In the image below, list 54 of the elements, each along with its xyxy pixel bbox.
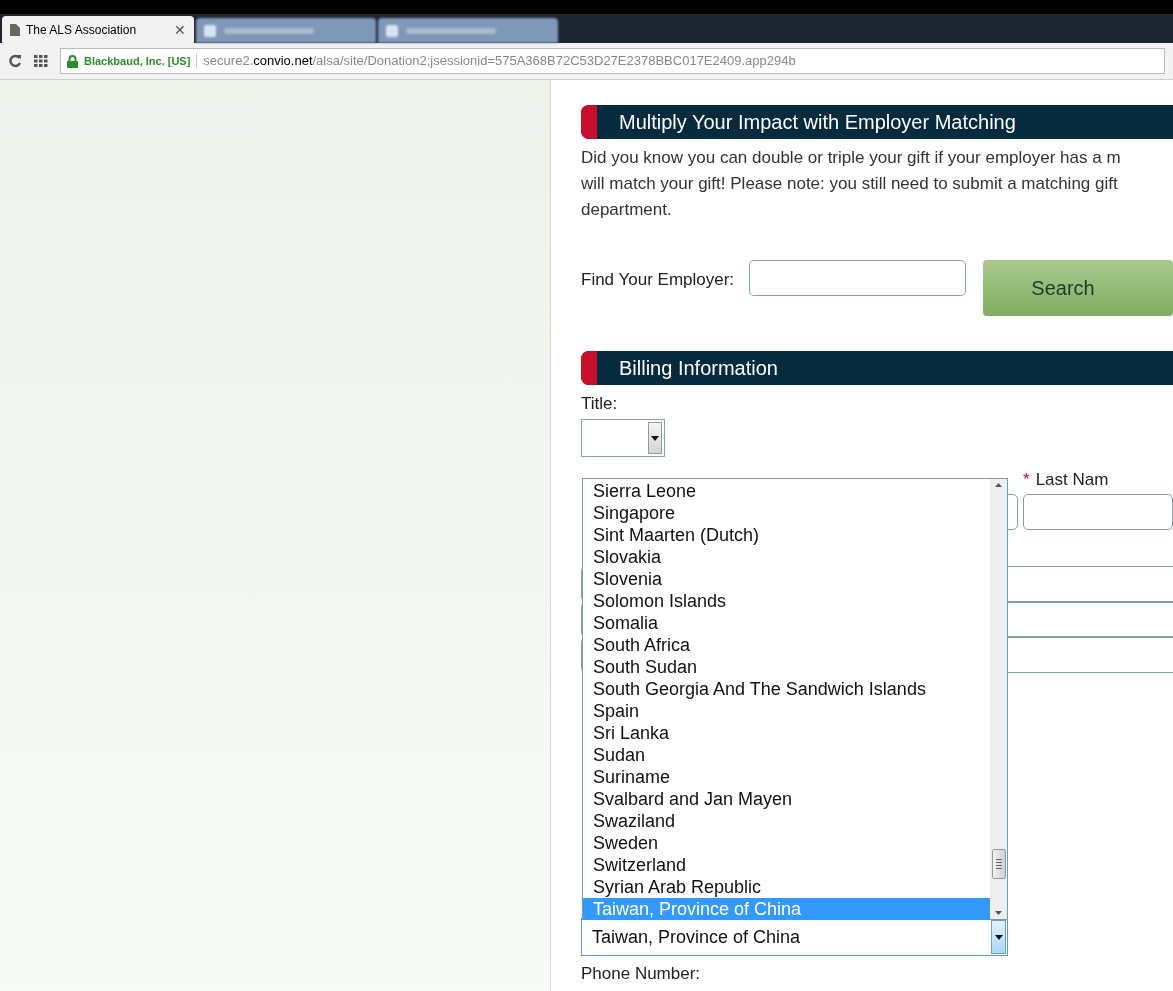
section-title: Billing Information xyxy=(619,356,778,381)
blurred-tab[interactable] xyxy=(378,18,558,43)
page-icon xyxy=(10,23,20,36)
paragraph-line: Did you know you can double or triple your gift if your employer has a m xyxy=(581,147,1122,169)
dropdown-option[interactable]: Slovenia xyxy=(583,568,990,590)
scroll-thumb[interactable] xyxy=(991,849,1006,879)
site-identity: Blackbaud, Inc. [US] xyxy=(84,52,198,70)
last-name-field[interactable] xyxy=(1023,494,1173,530)
browser-tab[interactable]: The ALS Association ✕ xyxy=(2,16,194,43)
dropdown-option[interactable]: Slovakia xyxy=(583,546,990,568)
dropdown-option[interactable]: Syrian Arab Republic xyxy=(583,876,990,898)
accent-bar xyxy=(581,105,597,139)
url-text: secure2.convio.net/alsa/site/Donation2;jsessionid=575A368B72C53D27E2378BBC017E2409.app294b xyxy=(203,52,796,71)
dropdown-option[interactable]: Spain xyxy=(583,700,990,722)
reload-icon[interactable] xyxy=(8,54,22,68)
title-select[interactable] xyxy=(581,419,665,457)
field-label: Title: xyxy=(581,394,619,414)
dropdown-option[interactable]: Sweden xyxy=(583,832,990,854)
field-label: Find Your Employer: xyxy=(581,269,735,291)
field-label: Last Nam xyxy=(1035,469,1109,492)
close-icon[interactable]: ✕ xyxy=(174,22,186,37)
dropdown-option[interactable]: South Sudan xyxy=(583,656,990,678)
dropdown-option[interactable]: Sierra Leone xyxy=(583,480,990,502)
dropdown-option[interactable]: Sint Maarten (Dutch) xyxy=(583,524,990,546)
field-label: Phone Number: xyxy=(581,964,702,984)
search-button[interactable]: Search xyxy=(983,260,1173,316)
dropdown-option[interactable]: Svalbard and Jan Mayen xyxy=(583,788,990,810)
scrollbar[interactable] xyxy=(990,479,1007,919)
dropdown-option[interactable]: Sudan xyxy=(583,744,990,766)
blurred-tab[interactable] xyxy=(196,18,376,43)
dropdown-option[interactable]: Swaziland xyxy=(583,810,990,832)
section-title: Multiply Your Impact with Employer Matching xyxy=(619,110,1016,135)
dropdown-option[interactable]: South Georgia And The Sandwich Islands xyxy=(583,678,990,700)
apps-grid-icon[interactable] xyxy=(34,55,48,67)
tab-title: The ALS Association xyxy=(26,21,138,39)
lock-icon xyxy=(67,54,78,68)
dropdown-option[interactable]: Singapore xyxy=(583,502,990,524)
scroll-up-icon[interactable] xyxy=(995,483,1002,487)
dropdown-arrow-icon xyxy=(651,435,659,441)
dropdown-arrow-icon xyxy=(994,934,1003,940)
dropdown-option[interactable]: Somalia xyxy=(583,612,990,634)
scroll-down-icon[interactable] xyxy=(995,911,1002,915)
dropdown-option[interactable]: Switzerland xyxy=(583,854,990,876)
dropdown-option[interactable]: Solomon Islands xyxy=(583,590,990,612)
address-bar[interactable]: Blackbaud, Inc. [US] secure2.convio.net/alsa/site/Donation2;jsessionid=575A368B72C53D27E2378BBC017E2409.app294b xyxy=(60,48,1165,74)
dropdown-option[interactable]: Suriname xyxy=(583,766,990,788)
required-mark: * xyxy=(1023,469,1030,492)
dropdown-option[interactable]: Sri Lanka xyxy=(583,722,990,744)
employer-field[interactable] xyxy=(749,260,966,296)
dropdown-option[interactable]: South Africa xyxy=(583,634,990,656)
accent-bar xyxy=(581,351,597,385)
paragraph-line: department. xyxy=(581,199,673,221)
country-select[interactable]: Taiwan, Province of China xyxy=(581,918,1008,956)
paragraph-line: will match your gift! Please note: you still need to submit a matching gift xyxy=(581,173,1119,195)
